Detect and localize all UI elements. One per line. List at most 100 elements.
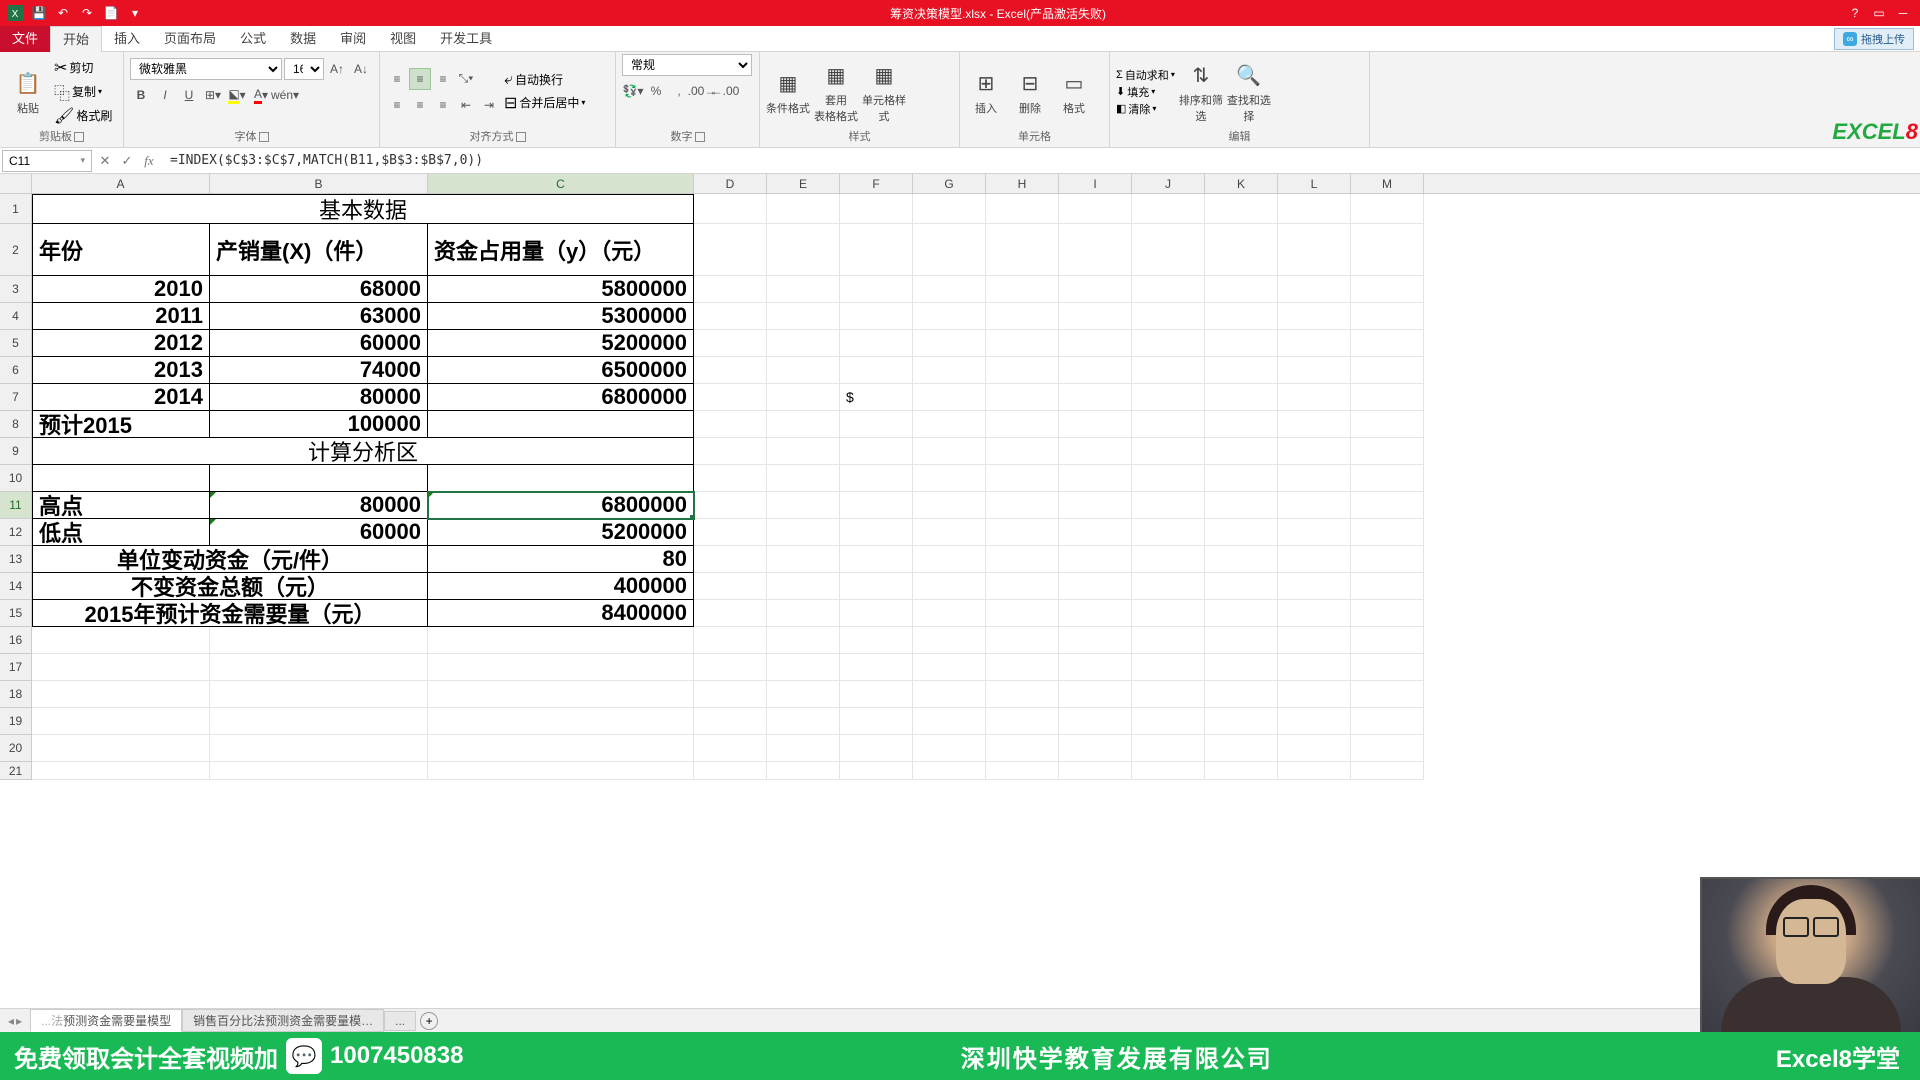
cell-empty[interactable] [32, 735, 210, 762]
row-header-8[interactable]: 8 [0, 411, 32, 438]
cell-year-7[interactable]: 2014 [32, 384, 210, 411]
align-center-button[interactable]: ≡ [409, 94, 431, 116]
cell-empty[interactable] [1278, 735, 1351, 762]
cell-empty[interactable] [913, 384, 986, 411]
autosum-button[interactable]: Σ自动求和▾ [1116, 67, 1175, 83]
cell-a10[interactable] [32, 465, 210, 492]
cell-empty[interactable] [1132, 735, 1205, 762]
cell-y-5[interactable]: 5200000 [428, 330, 694, 357]
cut-button[interactable]: ✂剪切 [54, 58, 112, 78]
cell-header-x[interactable]: 产销量(X)（件） [210, 224, 428, 276]
column-header-D[interactable]: D [694, 174, 767, 193]
new-icon[interactable]: 📄 [102, 4, 120, 22]
cell-empty[interactable] [694, 519, 767, 546]
cell-empty[interactable] [1059, 330, 1132, 357]
formula-enter-button[interactable]: ✓ [116, 150, 138, 172]
cell-empty[interactable] [767, 303, 840, 330]
cell-empty[interactable] [840, 519, 913, 546]
cell-empty[interactable] [1351, 384, 1424, 411]
column-header-C[interactable]: C [428, 174, 694, 193]
cell-empty[interactable] [1351, 519, 1424, 546]
cell-empty[interactable] [1351, 492, 1424, 519]
cell-empty[interactable] [1278, 519, 1351, 546]
align-bottom-button[interactable]: ≡ [432, 68, 454, 90]
cell-empty[interactable] [913, 492, 986, 519]
cell-empty[interactable] [1278, 708, 1351, 735]
cell-empty[interactable] [1278, 330, 1351, 357]
cell-empty[interactable] [767, 276, 840, 303]
cell-year-5[interactable]: 2012 [32, 330, 210, 357]
qat-dropdown-icon[interactable]: ▾ [126, 4, 144, 22]
cell-empty[interactable] [986, 194, 1059, 224]
column-header-B[interactable]: B [210, 174, 428, 193]
column-header-K[interactable]: K [1205, 174, 1278, 193]
sheet-tab-active[interactable]: ...法预测资金需要量模型 [30, 1009, 182, 1032]
cell-empty[interactable] [913, 194, 986, 224]
column-header-M[interactable]: M [1351, 174, 1424, 193]
cell-y-4[interactable]: 5300000 [428, 303, 694, 330]
cell-empty[interactable] [694, 438, 767, 465]
row-header-21[interactable]: 21 [0, 762, 32, 780]
clipboard-launcher[interactable] [74, 132, 84, 142]
cell-empty[interactable] [840, 492, 913, 519]
cell-empty[interactable] [694, 357, 767, 384]
cell-empty[interactable] [1205, 465, 1278, 492]
cell-empty[interactable] [1351, 573, 1424, 600]
cell-empty[interactable] [986, 357, 1059, 384]
cell-empty[interactable] [840, 600, 913, 627]
cell-empty[interactable] [1059, 681, 1132, 708]
cell-f7[interactable]: $ [840, 384, 913, 411]
ribbon-display-icon[interactable]: ▭ [1870, 4, 1888, 22]
cell-empty[interactable] [694, 762, 767, 780]
cell-empty[interactable] [694, 600, 767, 627]
cell-empty[interactable] [1278, 303, 1351, 330]
cell-empty[interactable] [1132, 330, 1205, 357]
cell-empty[interactable] [913, 330, 986, 357]
cell-empty[interactable] [1351, 194, 1424, 224]
cell-empty[interactable] [1205, 438, 1278, 465]
column-header-G[interactable]: G [913, 174, 986, 193]
minimize-icon[interactable]: ─ [1894, 4, 1912, 22]
row-header-2[interactable]: 2 [0, 224, 32, 276]
cell-empty[interactable] [1132, 519, 1205, 546]
cell-fixed-label[interactable]: 不变资金总额（元） [32, 573, 428, 600]
column-header-I[interactable]: I [1059, 174, 1132, 193]
cell-empty[interactable] [1278, 762, 1351, 780]
cell-forecast-x[interactable]: 100000 [210, 411, 428, 438]
cell-empty[interactable] [1278, 492, 1351, 519]
cell-empty[interactable] [210, 627, 428, 654]
cell-empty[interactable] [840, 330, 913, 357]
cell-empty[interactable] [1059, 627, 1132, 654]
cell-empty[interactable] [1205, 762, 1278, 780]
cell-empty[interactable] [840, 194, 913, 224]
cell-empty[interactable] [1059, 546, 1132, 573]
cell-empty[interactable] [767, 357, 840, 384]
cell-empty[interactable] [1278, 357, 1351, 384]
cell-empty[interactable] [1351, 303, 1424, 330]
tab-file[interactable]: 文件 [0, 26, 50, 52]
cell-empty[interactable] [986, 627, 1059, 654]
cell-forecast-label[interactable]: 预计2015 [32, 411, 210, 438]
cell-empty[interactable] [1205, 384, 1278, 411]
cell-empty[interactable] [1132, 384, 1205, 411]
cell-empty[interactable] [1132, 708, 1205, 735]
cell-empty[interactable] [1351, 330, 1424, 357]
cell-empty[interactable] [767, 708, 840, 735]
cell-empty[interactable] [986, 224, 1059, 276]
cell-empty[interactable] [1351, 357, 1424, 384]
cell-styles-button[interactable]: ▦单元格样式 [862, 57, 906, 127]
cell-empty[interactable] [986, 762, 1059, 780]
cell-empty[interactable] [913, 465, 986, 492]
cell-empty[interactable] [694, 735, 767, 762]
cell-empty[interactable] [1351, 762, 1424, 780]
cell-empty[interactable] [694, 330, 767, 357]
cell-empty[interactable] [1351, 224, 1424, 276]
cell-empty[interactable] [913, 681, 986, 708]
cell-empty[interactable] [767, 600, 840, 627]
number-launcher[interactable] [695, 132, 705, 142]
formula-cancel-button[interactable]: ✕ [94, 150, 116, 172]
cell-empty[interactable] [428, 735, 694, 762]
column-header-H[interactable]: H [986, 174, 1059, 193]
bold-button[interactable]: B [130, 84, 152, 106]
cell-empty[interactable] [1132, 438, 1205, 465]
